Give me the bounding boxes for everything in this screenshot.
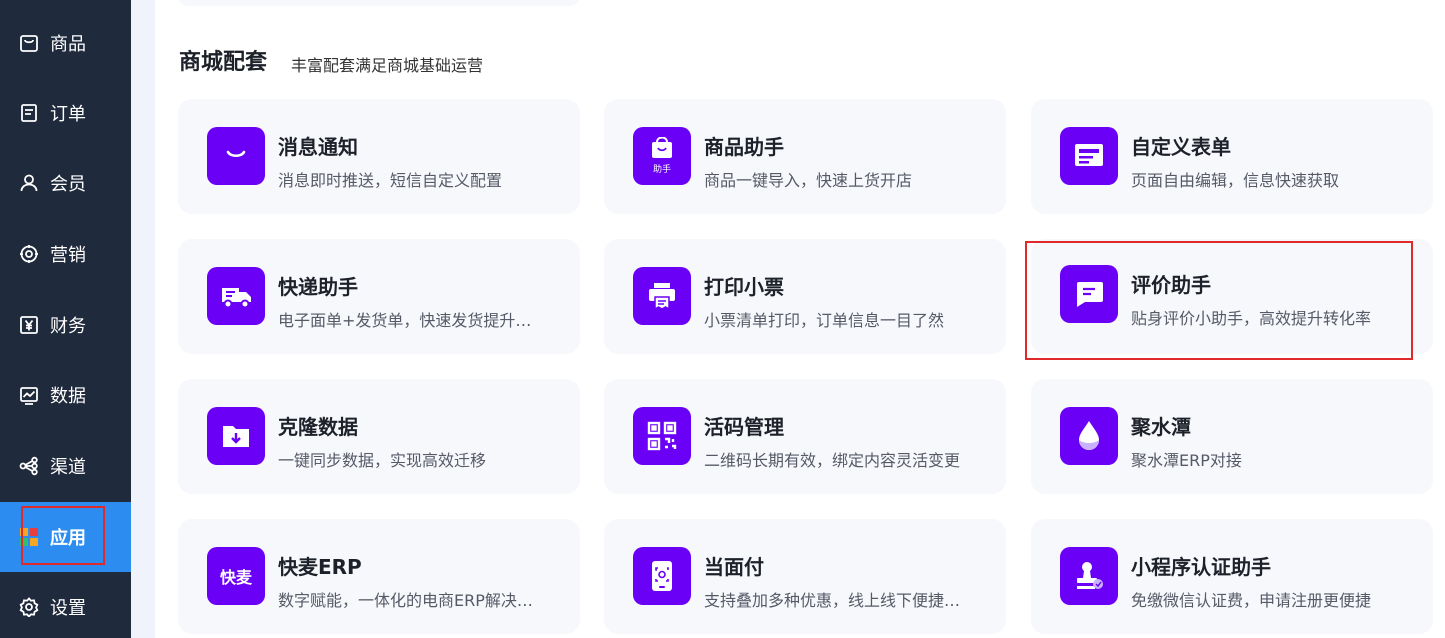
icon-caption: 助手 (652, 165, 671, 175)
qr-code-icon (633, 407, 691, 465)
app-card-kuaimai-erp[interactable]: 快麦 快麦ERP 数字赋能，一体化的电商ERP解决方案 (178, 519, 580, 634)
card-desc: 免缴微信认证费，申请注册更便捷 (1131, 591, 1372, 610)
app-card-jushuitan[interactable]: 聚水潭 聚水潭ERP对接 (1031, 379, 1433, 494)
sidebar: 商品 订单 会员 营销 财务 数据 渠道 应用 设置 (0, 0, 131, 638)
card-title: 快麦ERP (278, 555, 362, 579)
app-card-print-receipt[interactable]: 打印小票 小票清单打印，订单信息一目了然 (604, 239, 1006, 354)
shopping-bag-helper-icon: 助手 (633, 127, 691, 185)
card-title: 聚水潭 (1131, 415, 1191, 439)
card-desc: 商品一键导入，快速上货开店 (704, 171, 913, 190)
share-icon (18, 455, 40, 477)
card-desc: 支持叠加多种优惠，线上线下便捷收款 (704, 591, 969, 610)
sidebar-item-marketing[interactable]: 营销 (0, 219, 131, 289)
card-title: 商品助手 (704, 135, 784, 159)
section-title: 商城配套 (179, 50, 268, 75)
sidebar-item-finance[interactable]: 财务 (0, 290, 131, 360)
sidebar-item-label: 设置 (50, 598, 86, 619)
card-title: 快递助手 (278, 275, 358, 299)
app-card-miniapp-certify[interactable]: 小程序认证助手 免缴微信认证费，申请注册更便捷 (1031, 519, 1433, 634)
user-icon (18, 172, 40, 194)
app-card-custom-form[interactable]: 自定义表单 页面自由编辑，信息快速获取 (1031, 99, 1433, 214)
bag-icon (18, 32, 40, 54)
apps-highlight-box (21, 506, 105, 565)
yen-icon (18, 314, 40, 336)
sidebar-item-label: 数据 (50, 386, 86, 407)
folder-download-icon (207, 407, 265, 465)
sidebar-item-orders[interactable]: 订单 (0, 78, 131, 148)
card-desc: 小票清单打印，订单信息一目了然 (704, 311, 945, 330)
sidebar-item-label: 商品 (50, 34, 86, 55)
card-title: 活码管理 (704, 415, 784, 439)
card-desc: 聚水潭ERP对接 (1131, 451, 1242, 470)
sidebar-item-label: 会员 (50, 174, 86, 195)
app-card-live-code[interactable]: 活码管理 二维码长期有效，绑定内容灵活变更 (604, 379, 1006, 494)
card-desc: 二维码长期有效，绑定内容灵活变更 (704, 451, 961, 470)
delivery-truck-icon (207, 267, 265, 325)
message-smile-icon (207, 127, 265, 185)
sidebar-item-channels[interactable]: 渠道 (0, 431, 131, 501)
settings-icon (18, 596, 40, 618)
chart-icon (18, 384, 40, 406)
sidebar-item-label: 营销 (50, 245, 86, 266)
app-card-clone-data[interactable]: 克隆数据 一键同步数据，实现高效迁移 (178, 379, 580, 494)
app-card-message-notify[interactable]: 消息通知 消息即时推送，短信自定义配置 (178, 99, 580, 214)
kuaimai-logo-icon: 快麦 (207, 547, 265, 605)
card-desc: 数字赋能，一体化的电商ERP解决方案 (278, 591, 543, 610)
app-card-face-pay[interactable]: 当面付 支持叠加多种优惠，线上线下便捷收款 (604, 519, 1006, 634)
card-desc: 一键同步数据，实现高效迁移 (278, 451, 487, 470)
main-content: 商城配套 丰富配套满足商城基础运营 消息通知 消息即时推送，短信自定义配置 助手… (155, 0, 1445, 638)
gear-badge-icon (18, 243, 40, 265)
card-title: 自定义表单 (1131, 135, 1231, 159)
document-icon (18, 102, 40, 124)
app-card-express-helper[interactable]: 快递助手 电子面单+发货单，快速发货提升效率 (178, 239, 580, 354)
app-card-product-helper[interactable]: 助手 商品助手 商品一键导入，快速上货开店 (604, 99, 1006, 214)
card-title: 打印小票 (704, 275, 784, 299)
card-title: 小程序认证助手 (1131, 555, 1271, 579)
card-desc: 页面自由编辑，信息快速获取 (1131, 171, 1340, 190)
sidebar-item-data[interactable]: 数据 (0, 360, 131, 430)
previous-section-card (178, 0, 580, 6)
section-subtitle: 丰富配套满足商城基础运营 (291, 56, 484, 75)
sidebar-item-label: 订单 (50, 104, 86, 125)
sidebar-item-settings[interactable]: 设置 (0, 572, 131, 638)
content-divider (131, 0, 155, 638)
review-helper-highlight-box (1025, 241, 1413, 360)
sidebar-item-products[interactable]: 商品 (0, 8, 131, 78)
card-desc: 电子面单+发货单，快速发货提升效率 (278, 311, 543, 330)
icon-caption: 快麦 (219, 568, 252, 587)
card-title: 克隆数据 (278, 415, 358, 439)
sidebar-item-label: 渠道 (50, 457, 86, 478)
card-title: 消息通知 (278, 135, 358, 159)
card-desc: 消息即时推送，短信自定义配置 (278, 171, 503, 190)
certification-stamp-icon (1060, 547, 1118, 605)
sidebar-item-label: 财务 (50, 316, 86, 337)
water-drop-icon (1060, 407, 1118, 465)
card-title: 当面付 (704, 555, 764, 579)
printer-icon (633, 267, 691, 325)
phone-scan-icon (633, 547, 691, 605)
form-icon (1060, 127, 1118, 185)
sidebar-item-members[interactable]: 会员 (0, 148, 131, 218)
